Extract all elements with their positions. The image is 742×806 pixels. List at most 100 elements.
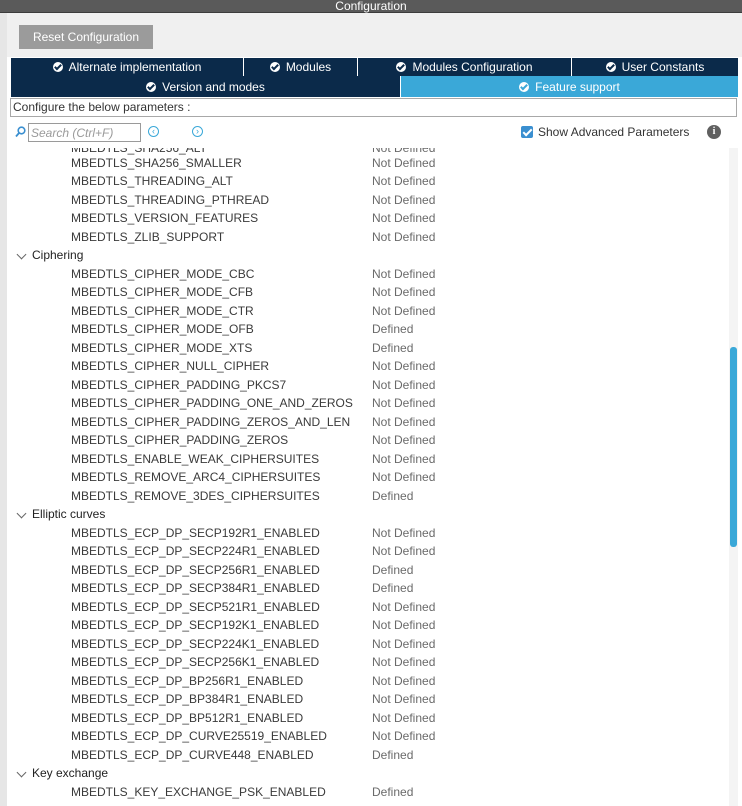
tab-label: Modules xyxy=(285,60,332,74)
param-row[interactable]: MBEDTLS_ECP_DP_SECP384R1_ENABLED Defined xyxy=(10,579,728,597)
param-value[interactable]: Defined xyxy=(372,783,413,801)
group-elliptic-curves[interactable]: Elliptic curves xyxy=(10,505,728,523)
param-value[interactable]: Not Defined xyxy=(372,413,435,431)
left-edge xyxy=(0,13,7,806)
group-label: Elliptic curves xyxy=(32,507,106,521)
tab-modules-configuration[interactable]: Modules Configuration xyxy=(358,58,572,76)
param-row[interactable]: MBEDTLS_CIPHER_MODE_XTS Defined xyxy=(10,339,728,357)
param-name: MBEDTLS_CIPHER_PADDING_ZEROS_AND_LEN xyxy=(71,415,351,429)
chevron-down-icon xyxy=(16,249,27,260)
param-row[interactable]: MBEDTLS_ECP_DP_SECP192R1_ENABLED Not Def… xyxy=(10,524,728,542)
param-row[interactable]: MBEDTLS_CIPHER_PADDING_ONE_AND_ZEROS Not… xyxy=(10,394,728,412)
param-value[interactable]: Not Defined xyxy=(372,616,435,634)
param-row[interactable]: MBEDTLS_ENABLE_WEAK_CIPHERSUITES Not Def… xyxy=(10,450,728,468)
param-value[interactable]: Not Defined xyxy=(372,191,435,209)
param-value[interactable]: Not Defined xyxy=(372,690,435,708)
param-value[interactable]: Defined xyxy=(372,487,413,505)
param-row[interactable]: MBEDTLS_ECP_DP_SECP256K1_ENABLED Not Def… xyxy=(10,653,728,671)
param-value[interactable]: Defined xyxy=(372,746,413,764)
param-row[interactable]: MBEDTLS_ECP_DP_SECP192K1_ENABLED Not Def… xyxy=(10,616,728,634)
param-value[interactable]: Not Defined xyxy=(372,376,435,394)
param-row[interactable]: MBEDTLS_CIPHER_PADDING_ZEROS_AND_LEN Not… xyxy=(10,413,728,431)
param-value[interactable]: Not Defined xyxy=(372,302,435,320)
param-row[interactable]: MBEDTLS_CIPHER_MODE_CFB Not Defined xyxy=(10,283,728,301)
param-value[interactable]: Not Defined xyxy=(372,228,435,246)
param-row[interactable]: MBEDTLS_CIPHER_MODE_CBC Not Defined xyxy=(10,265,728,283)
show-advanced-label: Show Advanced Parameters xyxy=(538,125,690,139)
param-name: MBEDTLS_ECP_DP_SECP521R1_ENABLED xyxy=(71,600,320,614)
reset-configuration-button[interactable]: Reset Configuration xyxy=(19,25,153,49)
param-name: MBEDTLS_CIPHER_MODE_OFB xyxy=(71,322,254,336)
param-value[interactable]: Defined xyxy=(372,320,413,338)
param-row[interactable]: MBEDTLS_ECP_DP_CURVE448_ENABLED Defined xyxy=(10,746,728,764)
group-ciphering[interactable]: Ciphering xyxy=(10,246,728,264)
tab-row-2: Version and modes Feature support xyxy=(11,76,738,97)
parameter-list: MBEDTLS_SHA256_ALT Not Defined MBEDTLS_S… xyxy=(10,148,728,806)
param-value[interactable]: Not Defined xyxy=(372,653,435,671)
param-row[interactable]: MBEDTLS_THREADING_ALT Not Defined xyxy=(10,172,728,190)
param-value[interactable]: Not Defined xyxy=(372,209,435,227)
param-name: MBEDTLS_ECP_DP_CURVE448_ENABLED xyxy=(71,748,314,762)
group-key-exchange[interactable]: Key exchange xyxy=(10,764,728,782)
param-row[interactable]: MBEDTLS_REMOVE_3DES_CIPHERSUITES Defined xyxy=(10,487,728,505)
param-row[interactable]: MBEDTLS_ZLIB_SUPPORT Not Defined xyxy=(10,228,728,246)
param-value[interactable]: Not Defined xyxy=(372,672,435,690)
param-row[interactable]: MBEDTLS_SHA256_SMALLER Not Defined xyxy=(10,154,728,172)
param-name: MBEDTLS_ENABLE_WEAK_CIPHERSUITES xyxy=(71,452,320,466)
param-value[interactable]: Not Defined xyxy=(372,265,435,283)
search-previous-icon[interactable]: ‹ xyxy=(148,126,159,137)
param-row[interactable]: MBEDTLS_THREADING_PTHREAD Not Defined xyxy=(10,191,728,209)
tab-version-and-modes[interactable]: Version and modes xyxy=(11,76,401,97)
param-row[interactable]: MBEDTLS_ECP_DP_SECP256R1_ENABLED Defined xyxy=(10,561,728,579)
tab-modules[interactable]: Modules xyxy=(244,58,358,76)
param-row[interactable]: MBEDTLS_CIPHER_MODE_CTR Not Defined xyxy=(10,302,728,320)
param-name: MBEDTLS_SHA256_SMALLER xyxy=(71,156,242,170)
param-value[interactable]: Defined xyxy=(372,579,413,597)
param-value[interactable]: Not Defined xyxy=(372,635,435,653)
param-row[interactable]: MBEDTLS_ECP_DP_SECP224R1_ENABLED Not Def… xyxy=(10,542,728,560)
param-row[interactable]: MBEDTLS_CIPHER_PADDING_PKCS7 Not Defined xyxy=(10,376,728,394)
param-value[interactable]: Not Defined xyxy=(372,598,435,616)
param-value[interactable]: Not Defined xyxy=(372,709,435,727)
scrollbar-thumb[interactable] xyxy=(730,347,737,547)
info-icon[interactable]: i xyxy=(707,125,721,139)
search-next-icon[interactable]: › xyxy=(192,126,203,137)
param-value[interactable]: Not Defined xyxy=(372,468,435,486)
param-row[interactable]: MBEDTLS_ECP_DP_SECP521R1_ENABLED Not Def… xyxy=(10,598,728,616)
param-value[interactable]: Not Defined xyxy=(372,542,435,560)
param-value[interactable]: Not Defined xyxy=(372,394,435,412)
param-value[interactable]: Defined xyxy=(372,339,413,357)
param-value[interactable]: Not Defined xyxy=(372,357,435,375)
check-circle-icon xyxy=(605,62,616,72)
param-row[interactable]: MBEDTLS_CIPHER_PADDING_ZEROS Not Defined xyxy=(10,431,728,449)
param-value[interactable]: Not Defined xyxy=(372,450,435,468)
param-value[interactable]: Not Defined xyxy=(372,727,435,745)
search-input[interactable] xyxy=(28,123,141,142)
tab-alternate-implementation[interactable]: Alternate implementation xyxy=(11,58,244,76)
param-value[interactable]: Defined xyxy=(372,561,413,579)
tab-feature-support[interactable]: Feature support xyxy=(401,76,738,97)
param-row[interactable]: MBEDTLS_VERSION_FEATURES Not Defined xyxy=(10,209,728,227)
param-name: MBEDTLS_CIPHER_MODE_XTS xyxy=(71,341,253,355)
tab-label: Modules Configuration xyxy=(412,60,533,74)
param-row[interactable]: MBEDTLS_REMOVE_ARC4_CIPHERSUITES Not Def… xyxy=(10,468,728,486)
param-row[interactable]: MBEDTLS_ECP_DP_SECP224K1_ENABLED Not Def… xyxy=(10,635,728,653)
param-row[interactable]: MBEDTLS_ECP_DP_BP256R1_ENABLED Not Defin… xyxy=(10,672,728,690)
param-name: MBEDTLS_CIPHER_MODE_CBC xyxy=(71,267,255,281)
param-value[interactable]: Not Defined xyxy=(372,154,435,172)
show-advanced-checkbox[interactable] xyxy=(521,126,533,138)
param-row[interactable]: MBEDTLS_CIPHER_NULL_CIPHER Not Defined xyxy=(10,357,728,375)
param-value[interactable]: Not Defined xyxy=(372,524,435,542)
param-row[interactable]: MBEDTLS_ECP_DP_CURVE25519_ENABLED Not De… xyxy=(10,727,728,745)
param-name: MBEDTLS_ECP_DP_SECP256R1_ENABLED xyxy=(71,563,320,577)
param-name: MBEDTLS_ECP_DP_BP256R1_ENABLED xyxy=(71,674,304,688)
param-value[interactable]: Not Defined xyxy=(372,431,435,449)
param-row[interactable]: MBEDTLS_ECP_DP_BP512R1_ENABLED Not Defin… xyxy=(10,709,728,727)
param-row[interactable]: MBEDTLS_ECP_DP_BP384R1_ENABLED Not Defin… xyxy=(10,690,728,708)
param-row[interactable]: MBEDTLS_CIPHER_MODE_OFB Defined xyxy=(10,320,728,338)
param-value[interactable]: Not Defined xyxy=(372,172,435,190)
param-row[interactable]: MBEDTLS_KEY_EXCHANGE_PSK_ENABLED Defined xyxy=(10,783,728,801)
tab-user-constants[interactable]: User Constants xyxy=(572,58,738,76)
param-value[interactable]: Not Defined xyxy=(372,283,435,301)
param-name: MBEDTLS_CIPHER_PADDING_ZEROS xyxy=(71,433,289,447)
